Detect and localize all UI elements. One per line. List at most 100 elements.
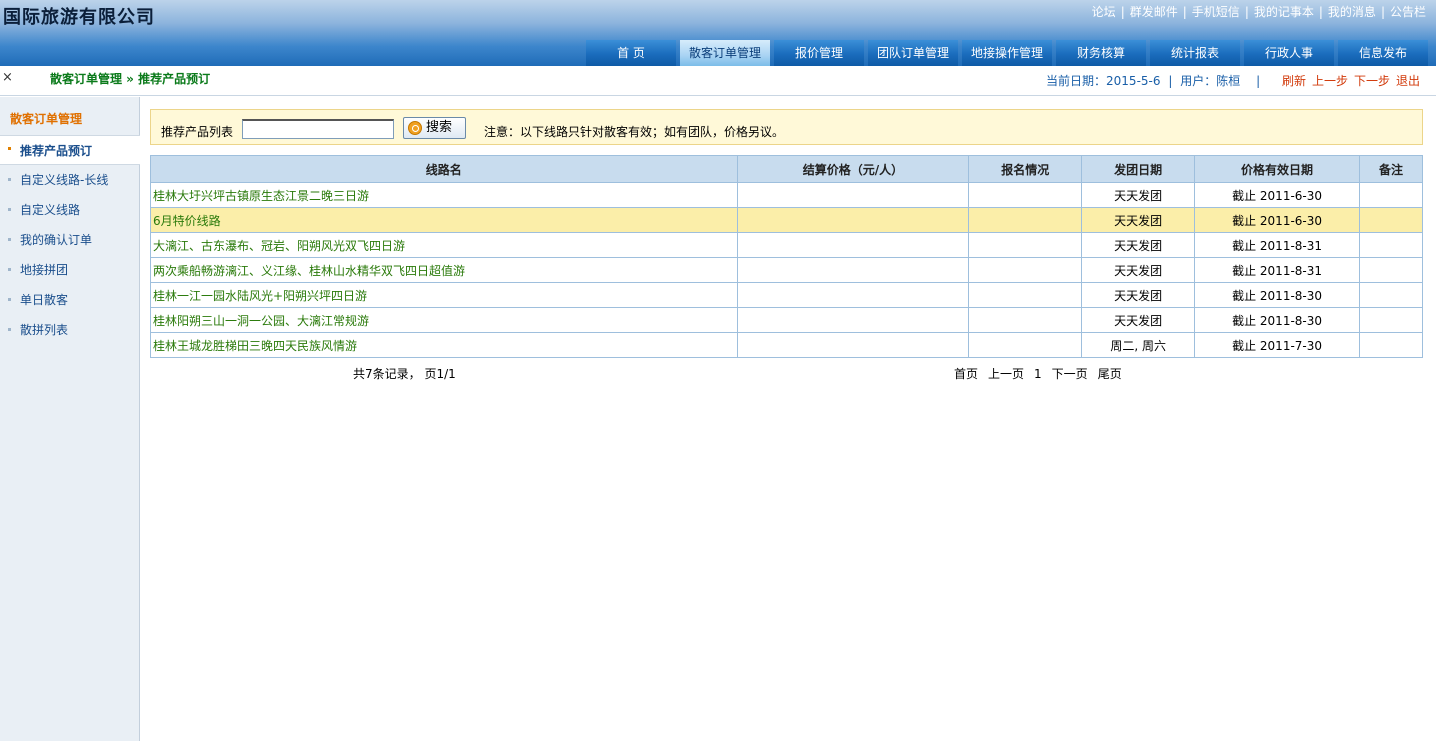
cell-signup: [968, 182, 1083, 208]
cell-valid: 截止 2011-8-30: [1194, 282, 1360, 308]
table-row[interactable]: 桂林王城龙胜梯田三晚四天民族风情游 周二, 周六 截止 2011-7-30: [150, 332, 1423, 358]
top-link-separator: |: [1244, 5, 1249, 19]
cell-signup: [968, 257, 1083, 283]
breadcrumb: 散客订单管理 » 推荐产品预订: [50, 70, 210, 87]
cell-depart: 天天发团: [1081, 232, 1196, 258]
table-row[interactable]: 两次乘船畅游漓江、义江缘、桂林山水精华双飞四日超值游 天天发团 截止 2011-8-…: [150, 257, 1423, 283]
app-header: 国际旅游有限公司 论坛 | 群发邮件 | 手机短信 | 我的记事本 | 我的消息 | 公告栏 首 页…: [0, 0, 1436, 66]
cell-price: [736, 207, 970, 233]
sidebar-item[interactable]: 散拼列表: [0, 315, 140, 345]
status-info: 当前日期：2015-5-6 | 用户：陈桓 | 刷新 上一步 下一步 退出: [1046, 74, 1420, 88]
top-link[interactable]: 我的消息: [1328, 5, 1376, 19]
search-bar: 推荐产品列表 搜索 注意：以下线路只针对散客有效；如有团队，价格另议。: [150, 109, 1423, 145]
col-header-depart: 发团日期: [1081, 155, 1196, 183]
main-content: 推荐产品列表 搜索 注意：以下线路只针对散客有效；如有团队，价格另议。 线路名 …: [141, 97, 1436, 741]
sidebar-item-label: 单日散客: [20, 293, 69, 307]
sidebar-item[interactable]: 单日散客: [0, 285, 140, 315]
search-button[interactable]: 搜索: [403, 117, 466, 139]
cell-note: [1359, 182, 1423, 208]
cell-name[interactable]: 大漓江、古东瀑布、冠岩、阳朔风光双飞四日游: [150, 232, 738, 258]
pager-summary: 共7条记录， 页1/1: [353, 367, 456, 381]
current-date: 当前日期：2015-5-6: [1046, 74, 1161, 88]
search-input[interactable]: [242, 119, 394, 139]
sidebar-item[interactable]: 自定义线路-长线: [0, 165, 140, 195]
search-button-label: 搜索: [426, 120, 453, 135]
pager-link[interactable]: 上一页: [988, 367, 1024, 381]
top-link[interactable]: 群发邮件: [1130, 5, 1178, 19]
cell-name[interactable]: 桂林王城龙胜梯田三晚四天民族风情游: [150, 332, 738, 358]
sidebar-item[interactable]: 自定义线路: [0, 195, 140, 225]
product-table: 线路名 结算价格（元/人） 报名情况 发团日期 价格有效日期 备注 桂林大圩兴坪…: [150, 155, 1423, 358]
cell-name[interactable]: 6月特价线路: [150, 207, 738, 233]
cell-depart: 天天发团: [1081, 207, 1196, 233]
top-link-separator: |: [1380, 5, 1385, 19]
nav-tab[interactable]: 统计报表: [1150, 40, 1240, 66]
col-header-name: 线路名: [150, 155, 738, 183]
bullet-icon: [8, 298, 11, 301]
sidebar-item[interactable]: 地接拼团: [0, 255, 140, 285]
sidebar-item-label: 自定义线路-长线: [20, 173, 109, 187]
cell-name[interactable]: 桂林大圩兴坪古镇原生态江景二晚三日游: [150, 182, 738, 208]
cell-valid: 截止 2011-8-30: [1194, 307, 1360, 333]
sidebar-item-label: 我的确认订单: [20, 233, 93, 247]
nav-tab[interactable]: 报价管理: [774, 40, 864, 66]
search-note: 注意：以下线路只针对散客有效；如有团队，价格另议。: [484, 125, 785, 139]
top-link[interactable]: 论坛: [1092, 5, 1116, 19]
close-icon[interactable]: ×: [2, 70, 13, 85]
cell-valid: 截止 2011-7-30: [1194, 332, 1360, 358]
table-row[interactable]: 桂林一江一园水陆风光+阳朔兴坪四日游 天天发团 截止 2011-8-30: [150, 282, 1423, 308]
nav-tab[interactable]: 散客订单管理: [680, 40, 770, 66]
nav-tab[interactable]: 财务核算: [1056, 40, 1146, 66]
nav-tab[interactable]: 信息发布: [1338, 40, 1428, 66]
pager-links: 首页 上一页 1 下一页 尾页: [954, 365, 1132, 382]
top-link[interactable]: 公告栏: [1390, 5, 1426, 19]
nav-tab[interactable]: 团队订单管理: [868, 40, 958, 66]
pager-link[interactable]: 尾页: [1098, 367, 1122, 381]
col-header-note: 备注: [1359, 155, 1423, 183]
cell-note: [1359, 282, 1423, 308]
cell-name[interactable]: 两次乘船畅游漓江、义江缘、桂林山水精华双飞四日超值游: [150, 257, 738, 283]
breadcrumb-path[interactable]: 散客订单管理 » 推荐产品预订: [50, 72, 210, 86]
pager-link[interactable]: 首页: [954, 367, 978, 381]
sidebar-title: 散客订单管理: [10, 112, 83, 126]
main-nav: 首 页散客订单管理 报价管理 团队订单管理 地接操作管理 财务核算 统计报表 行政人事 信息发…: [586, 40, 1432, 66]
sidebar-item-label: 自定义线路: [20, 203, 81, 217]
crumb-action-link[interactable]: 上一步: [1312, 74, 1348, 88]
bullet-icon: [8, 238, 11, 241]
crumb-action-link[interactable]: 下一步: [1354, 74, 1390, 88]
cell-note: [1359, 207, 1423, 233]
sidebar: 散客订单管理 推荐产品预订自定义线路-长线 自定义线路我的确认订单 地接拼团单日散客…: [0, 97, 140, 741]
breadcrumb-bar: × 散客订单管理 » 推荐产品预订 当前日期：2015-5-6 | 用户：陈桓 …: [0, 66, 1436, 96]
sidebar-item-label: 地接拼团: [20, 263, 69, 277]
top-link-separator: |: [1120, 5, 1125, 19]
table-row[interactable]: 桂林大圩兴坪古镇原生态江景二晚三日游 天天发团 截止 2011-6-30: [150, 182, 1423, 208]
cell-valid: 截止 2011-6-30: [1194, 207, 1360, 233]
cell-price: [736, 332, 970, 358]
sidebar-item-label: 散拼列表: [20, 323, 69, 337]
table-row[interactable]: 6月特价线路 天天发团 截止 2011-6-30: [150, 207, 1423, 233]
cell-signup: [968, 332, 1083, 358]
crumb-action-link[interactable]: 刷新: [1282, 74, 1306, 88]
table-row[interactable]: 大漓江、古东瀑布、冠岩、阳朔风光双飞四日游 天天发团 截止 2011-8-31: [150, 232, 1423, 258]
cell-note: [1359, 232, 1423, 258]
top-link[interactable]: 我的记事本: [1254, 5, 1314, 19]
cell-price: [736, 307, 970, 333]
sidebar-item[interactable]: 推荐产品预订: [0, 135, 140, 165]
nav-tab[interactable]: 首 页: [586, 40, 676, 66]
cell-name[interactable]: 桂林一江一园水陆风光+阳朔兴坪四日游: [150, 282, 738, 308]
crumb-action-link[interactable]: 退出: [1396, 74, 1420, 88]
top-link[interactable]: 手机短信: [1192, 5, 1240, 19]
sidebar-item[interactable]: 我的确认订单: [0, 225, 140, 255]
pager-link[interactable]: 下一页: [1052, 367, 1088, 381]
cell-name[interactable]: 桂林阳朔三山一洞一公园、大漓江常规游: [150, 307, 738, 333]
current-user: 用户：陈桓: [1180, 74, 1241, 88]
cell-price: [736, 257, 970, 283]
nav-tab[interactable]: 地接操作管理: [962, 40, 1052, 66]
sidebar-item-label: 推荐产品预订: [20, 144, 93, 158]
bullet-icon: [8, 208, 11, 211]
cell-depart: 天天发团: [1081, 182, 1196, 208]
cell-depart: 周二, 周六: [1081, 332, 1196, 358]
table-row[interactable]: 桂林阳朔三山一洞一公园、大漓江常规游 天天发团 截止 2011-8-30: [150, 307, 1423, 333]
pager-link[interactable]: 1: [1034, 367, 1042, 381]
nav-tab[interactable]: 行政人事: [1244, 40, 1334, 66]
